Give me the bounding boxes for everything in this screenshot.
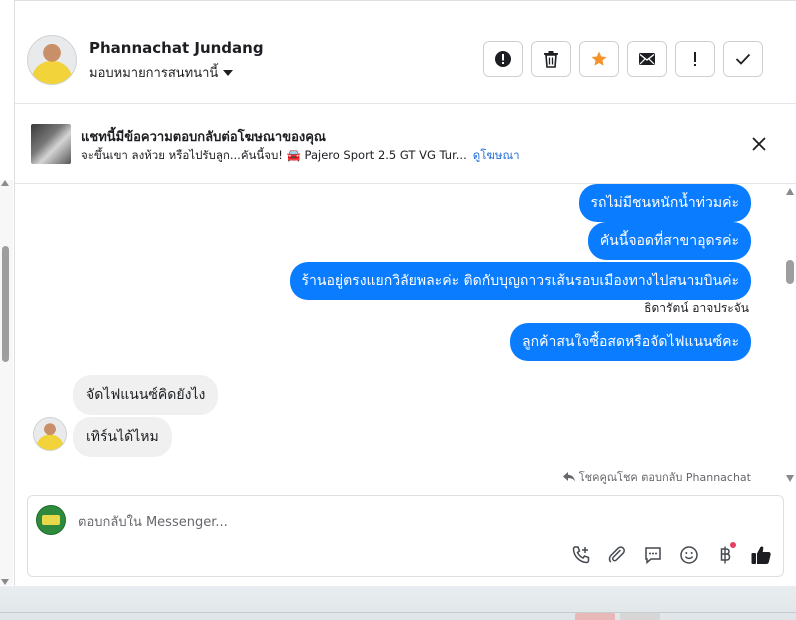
exclamation-icon [694,52,696,66]
window-bottom-strip [0,586,796,620]
baht-payment-icon[interactable] [713,542,737,566]
scroll-up-arrow[interactable] [1,180,9,186]
message-thread[interactable]: รถไม่มีชนหนักน้ำท่วมค่ะ คันนี้จอดที่สาขา… [15,184,796,490]
conversation-panel: Phannachat Jundang มอบหมายการสนทนานี้ แช… [14,0,796,587]
mark-done-button[interactable] [723,41,763,77]
incoming-message[interactable]: จัดไฟแนนซ์คิดยังไง [73,375,219,415]
assign-conversation-dropdown[interactable]: มอบหมายการสนทนานี้ [89,62,234,83]
mark-unread-button[interactable] [627,41,667,77]
envelope-icon [639,53,655,65]
follow-up-button[interactable] [675,41,715,77]
ad-thumbnail[interactable] [31,124,71,164]
trash-icon [544,51,558,68]
assign-label: มอบหมายการสนทนานี้ [89,66,219,81]
reply-composer [27,495,784,577]
reply-attribution-text: โชคคูณโชค ตอบกลับ Phannachat [578,471,751,484]
incoming-message[interactable]: เทิร์นได้ไหม [73,417,172,457]
exclamation-circle-icon [495,51,511,67]
close-icon[interactable] [749,134,769,154]
header-actions [483,41,763,77]
outgoing-message[interactable]: ร้านอยู่ตรงแยกวิลัยพละค่ะ ติดกับบุญถาวรเ… [289,262,751,300]
contact-avatar[interactable] [27,35,77,85]
taskbar-tab[interactable] [575,613,615,620]
ad-description: จะขึ้นเขา ลงห้วย หรือไปรับลูก...คันนี้จบ… [81,147,520,165]
thread-scrollbar[interactable] [783,184,796,490]
composer-tools [569,542,773,566]
ad-reply-banner: แชทนี้มีข้อความตอบกลับต่อโฆษณาของคุณ จะข… [15,104,796,184]
reply-attribution: โชคคูณโชค ตอบกลับ Phannachat [562,468,751,486]
outgoing-message[interactable]: คันนี้จอดที่สาขาอุดรค่ะ [587,222,751,260]
scroll-down-arrow[interactable] [1,579,9,585]
contact-name[interactable]: Phannachat Jundang [89,39,264,57]
delete-button[interactable] [531,41,571,77]
view-ad-link[interactable]: ดูโฆษณา [473,148,520,162]
notification-dot [730,542,736,548]
page-scrollbar[interactable] [0,180,13,585]
taskbar-tab[interactable] [620,613,660,620]
outgoing-message[interactable]: ลูกค้าสนใจซื้อสดหรือจัดไฟแนนซ์คะ [510,323,751,361]
conversation-header: Phannachat Jundang มอบหมายการสนทนานี้ [15,15,796,104]
ad-description-text: จะขึ้นเขา ลงห้วย หรือไปรับลูก...คันนี้จบ… [81,148,467,162]
mark-spam-button[interactable] [483,41,523,77]
scrollbar-thumb[interactable] [2,246,9,362]
reply-input[interactable] [76,512,580,532]
outgoing-message[interactable]: รถไม่มีชนหนักน้ำท่วมค่ะ [578,184,751,222]
scroll-up-arrow[interactable] [786,188,794,195]
call-add-icon[interactable] [569,544,593,566]
ad-banner-title: แชทนี้มีข้อความตอบกลับต่อโฆษณาของคุณ [81,130,326,145]
page-avatar [36,505,66,535]
check-icon [735,53,751,65]
paperclip-icon[interactable] [605,544,629,566]
emoji-icon[interactable] [677,544,701,566]
thumbs-up-icon[interactable] [749,544,773,566]
star-icon [591,51,607,66]
scrollbar-thumb[interactable] [786,260,794,284]
caret-down-icon [223,69,234,76]
saved-replies-icon[interactable] [641,544,665,566]
scroll-down-arrow[interactable] [786,475,794,482]
sender-name: ธิดารัตน์ อาจประจัน [644,301,749,315]
contact-avatar-small[interactable] [33,417,67,451]
reply-arrow-icon [562,472,575,482]
star-button[interactable] [579,41,619,77]
